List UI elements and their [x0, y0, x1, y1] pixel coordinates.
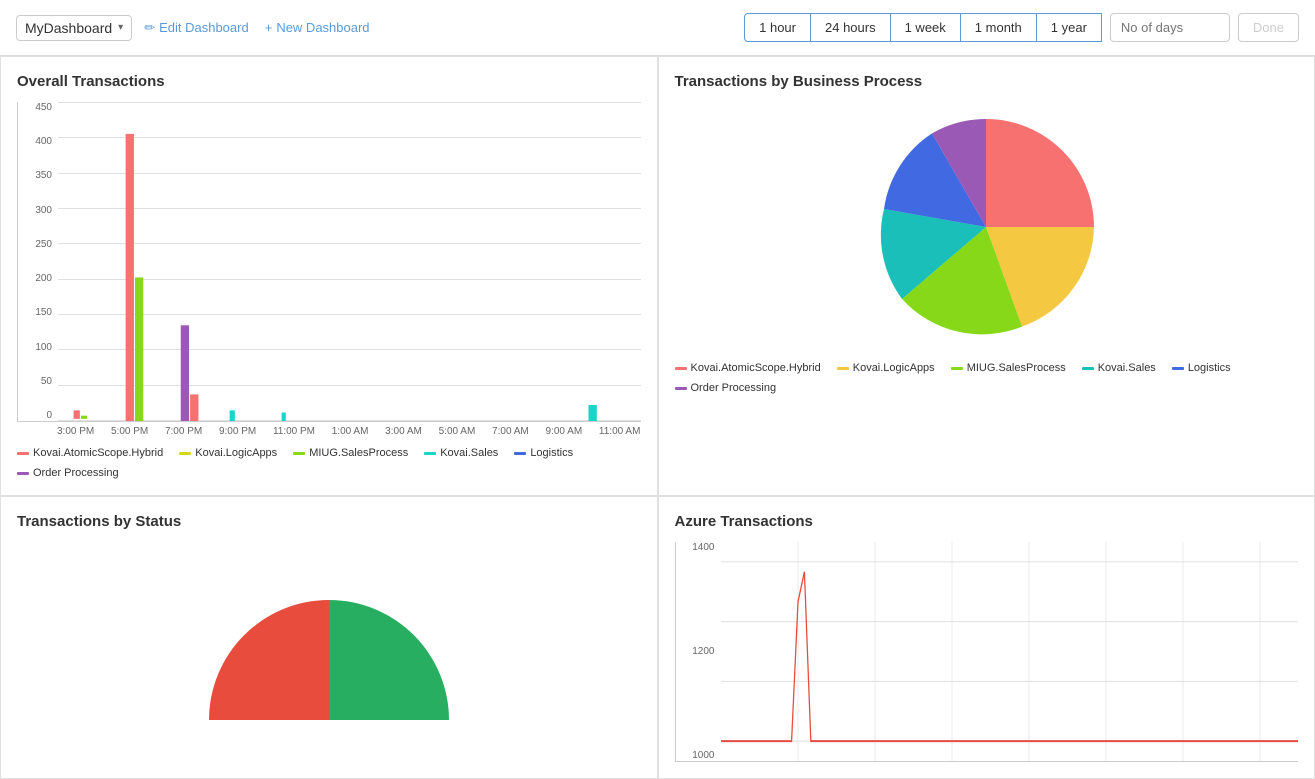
new-dashboard-button[interactable]: + New Dashboard: [265, 20, 370, 35]
legend-item-orderprocessing: Order Processing: [17, 467, 119, 479]
legend-color-kovaisales: [424, 452, 436, 455]
x-axis: 3:00 PM 5:00 PM 7:00 PM 9:00 PM 11:00 PM…: [17, 426, 641, 437]
legend-item-logicapps: Kovai.LogicApps: [179, 447, 277, 459]
bar-chart-area: 450 400 350 300 250 200 150 100 50 0: [17, 102, 641, 422]
azure-transactions-title: Azure Transactions: [675, 513, 1299, 530]
overall-transactions-legend: Kovai.AtomicScope.Hybrid Kovai.LogicApps…: [17, 447, 641, 479]
azure-line-chart: 1400 1200 1000: [675, 542, 1299, 762]
overall-transactions-title: Overall Transactions: [17, 73, 641, 90]
legend-item-hybrid-2: Kovai.AtomicScope.Hybrid: [675, 362, 821, 374]
azure-chart-svg: [721, 542, 1299, 761]
dashboard-name: MyDashboard: [25, 20, 112, 36]
time-filter-24h[interactable]: 24 hours: [810, 13, 891, 42]
legend-item-kovaisales: Kovai.Sales: [424, 447, 498, 459]
done-button[interactable]: Done: [1238, 13, 1299, 42]
legend-color-salesprocess: [293, 452, 305, 455]
time-filter-1h[interactable]: 1 hour: [744, 13, 811, 42]
main-content: Overall Transactions 450 400 350 300 250…: [0, 56, 1315, 779]
days-input[interactable]: [1110, 13, 1230, 42]
status-segment-failed: [209, 600, 329, 720]
azure-y-axis: 1400 1200 1000: [676, 542, 719, 761]
chevron-down-icon: ▾: [118, 22, 123, 33]
transactions-by-business-title: Transactions by Business Process: [675, 73, 1299, 90]
business-pie-chart: [675, 102, 1299, 352]
dashboard-selector[interactable]: MyDashboard ▾: [16, 15, 132, 41]
transactions-by-business-panel: Transactions by Business Process: [658, 56, 1315, 496]
y-axis: 450 400 350 300 250 200 150 100 50 0: [18, 102, 56, 421]
legend-item-orderprocessing-2: Order Processing: [675, 382, 777, 394]
legend-item-hybrid: Kovai.AtomicScope.Hybrid: [17, 447, 163, 459]
legend-item-salesprocess-2: MIUG.SalesProcess: [951, 362, 1066, 374]
legend-item-logistics-2: Logistics: [1172, 362, 1231, 374]
time-filter-1y[interactable]: 1 year: [1036, 13, 1102, 42]
legend-color-hybrid: [17, 452, 29, 455]
business-pie-legend: Kovai.AtomicScope.Hybrid Kovai.LogicApps…: [675, 362, 1299, 394]
header-actions: ✏ Edit Dashboard + New Dashboard: [144, 20, 733, 36]
overall-transactions-panel: Overall Transactions 450 400 350 300 250…: [0, 56, 658, 496]
plus-icon: +: [265, 20, 273, 35]
app-header: MyDashboard ▾ ✏ Edit Dashboard + New Das…: [0, 0, 1315, 56]
time-filter-1m[interactable]: 1 month: [960, 13, 1037, 42]
business-pie-svg: [866, 107, 1106, 347]
status-half-donut: [17, 550, 641, 730]
bar-chart-svg: [58, 102, 641, 421]
legend-color-logistics: [514, 452, 526, 455]
pie-segment-hybrid: [986, 119, 1094, 227]
time-filter-1w[interactable]: 1 week: [890, 13, 961, 42]
legend-color-orderprocessing: [17, 472, 29, 475]
legend-item-logistics: Logistics: [514, 447, 573, 459]
legend-color-logicapps: [179, 452, 191, 455]
azure-line-series: [721, 572, 1299, 741]
edit-dashboard-button[interactable]: ✏ Edit Dashboard: [144, 20, 249, 36]
status-donut-svg: [199, 570, 459, 730]
status-segment-success: [329, 600, 449, 720]
azure-transactions-panel: Azure Transactions 1400 1200 1000: [658, 496, 1315, 779]
transactions-by-status-title: Transactions by Status: [17, 513, 641, 530]
transactions-by-status-panel: Transactions by Status: [0, 496, 658, 779]
legend-item-logicapps-2: Kovai.LogicApps: [837, 362, 935, 374]
time-filter-group: 1 hour 24 hours 1 week 1 month 1 year Do…: [745, 13, 1299, 42]
legend-item-kovaisales-2: Kovai.Sales: [1082, 362, 1156, 374]
pencil-icon: ✏: [144, 20, 155, 36]
legend-item-salesprocess: MIUG.SalesProcess: [293, 447, 408, 459]
overall-transactions-chart: 450 400 350 300 250 200 150 100 50 0: [17, 102, 641, 437]
